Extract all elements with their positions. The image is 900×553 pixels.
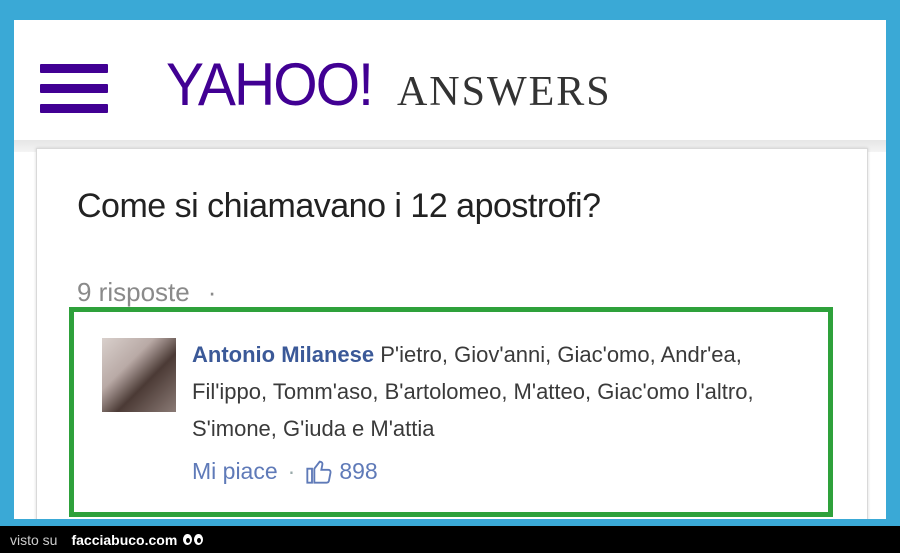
- footer-site[interactable]: facciabuco.com: [71, 532, 177, 548]
- watermark-bar: visto su facciabuco.com: [0, 526, 900, 553]
- answer-author[interactable]: Antonio Milanese: [192, 342, 374, 367]
- answers-count-label: 9 risposte: [77, 277, 190, 307]
- answers-count[interactable]: 9 risposte ·: [77, 277, 216, 308]
- eyes-icon: [183, 533, 205, 547]
- footer-visto-su: visto su: [10, 531, 58, 548]
- avatar[interactable]: [102, 338, 176, 412]
- question-card: Come si chiamavano i 12 apostrofi? 9 ris…: [36, 148, 868, 519]
- highlighted-answer: Antonio Milanese P'ietro, Giov'anni, Gia…: [69, 307, 833, 517]
- thumbs-up-icon[interactable]: [305, 457, 333, 485]
- answer-comment: Antonio Milanese P'ietro, Giov'anni, Gia…: [192, 336, 802, 447]
- logo-yahoo-text: YAHOO!: [166, 51, 374, 118]
- answer-actions: Mi piace · 898: [192, 457, 378, 485]
- hamburger-menu-icon[interactable]: [40, 64, 108, 114]
- like-count: 898: [339, 457, 378, 484]
- app-header: YAHOO! ANSWERS: [14, 20, 886, 140]
- like-button[interactable]: Mi piace: [192, 458, 278, 485]
- answers-separator: ·: [207, 277, 217, 307]
- question-title: Come si chiamavano i 12 apostrofi?: [77, 187, 601, 225]
- screenshot-frame: YAHOO! ANSWERS Come si chiamavano i 12 a…: [14, 20, 886, 519]
- actions-separator: ·: [287, 457, 296, 484]
- yahoo-answers-logo[interactable]: YAHOO! ANSWERS: [166, 40, 612, 130]
- logo-answers-text: ANSWERS: [396, 69, 612, 115]
